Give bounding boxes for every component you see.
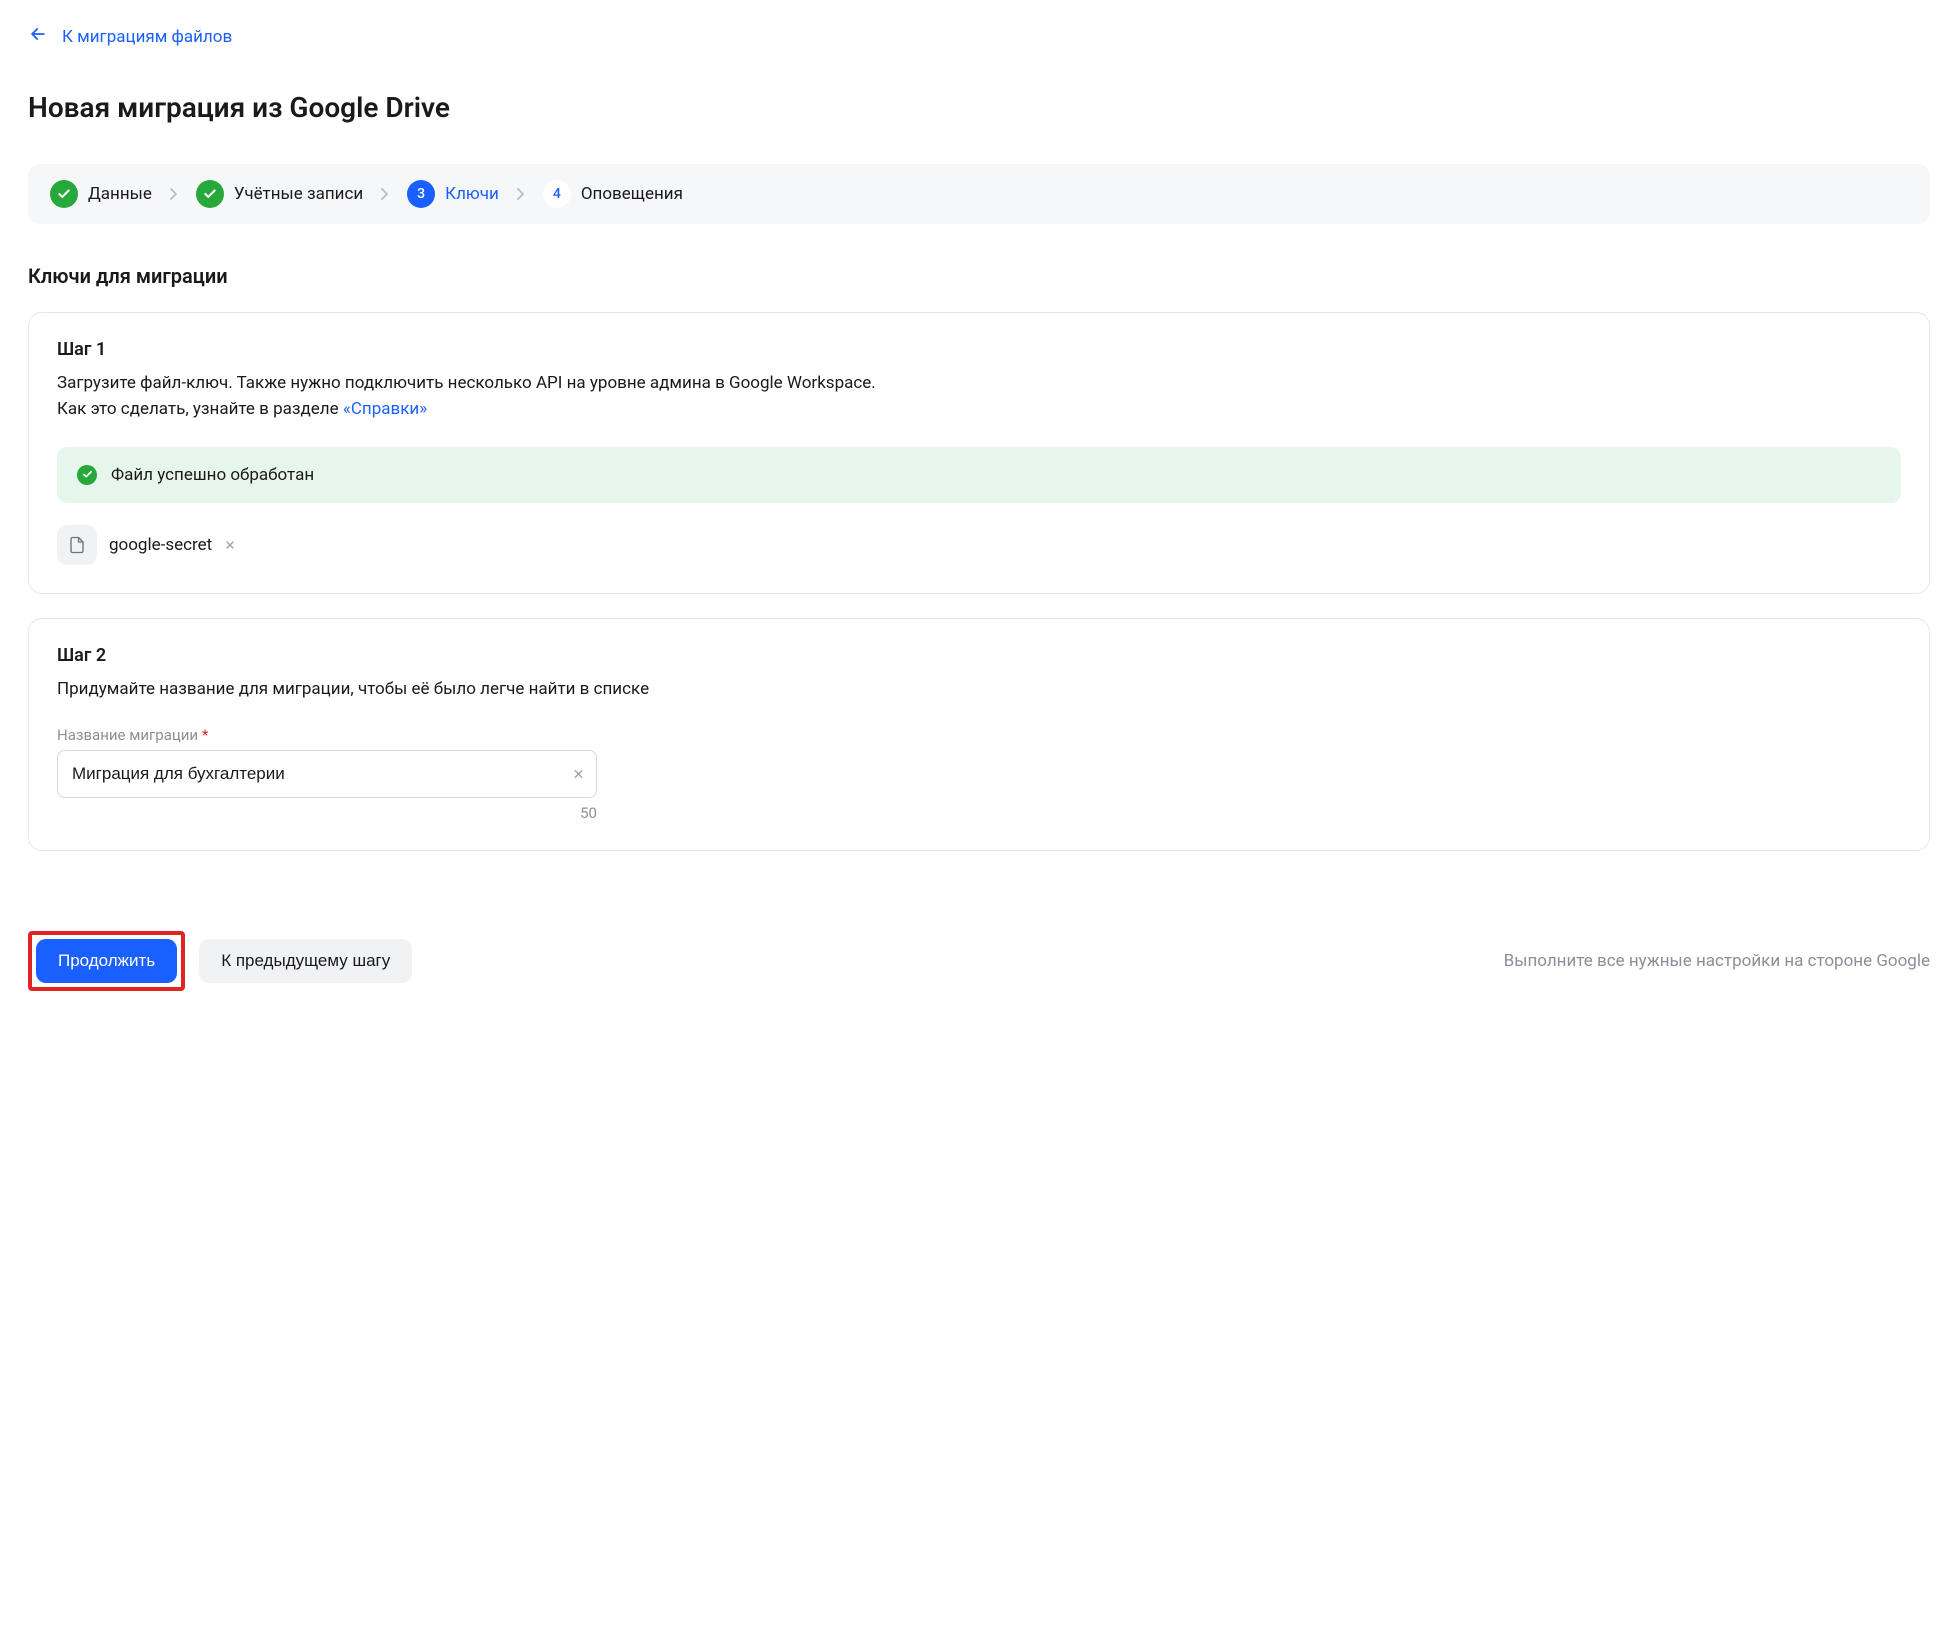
file-chip: google-secret [57, 525, 236, 565]
check-icon [196, 180, 224, 208]
card-step2: Шаг 2 Придумайте название для миграции, … [28, 618, 1930, 851]
alert-text: Файл успешно обработан [111, 465, 314, 485]
footer-note: Выполните все нужные настройки на сторон… [1504, 951, 1930, 971]
step-number: 4 [543, 180, 571, 208]
file-name: google-secret [109, 535, 212, 555]
card-title: Шаг 2 [57, 645, 1901, 666]
migration-name-input[interactable] [57, 750, 597, 798]
section-title: Ключи для миграции [28, 264, 1930, 288]
check-icon [50, 180, 78, 208]
step-label: Ключи [445, 184, 499, 204]
step-label: Учётные записи [234, 184, 363, 204]
field-label: Название миграции * [57, 726, 1901, 744]
check-circle-icon [77, 465, 97, 485]
step-label: Данные [88, 184, 152, 204]
step-data[interactable]: Данные [50, 180, 152, 208]
char-count: 50 [57, 804, 597, 822]
desc-text: Как это сделать, узнайте в разделе [57, 399, 343, 419]
back-link-label: К миграциям файлов [62, 27, 232, 47]
step-number: 3 [407, 180, 435, 208]
highlight-box: Продолжить [28, 931, 185, 991]
remove-file-button[interactable] [224, 539, 236, 551]
card-desc: Придумайте название для миграции, чтобы … [57, 676, 1901, 702]
step-keys[interactable]: 3 Ключи [407, 180, 499, 208]
chevron-right-icon [517, 188, 525, 200]
continue-button[interactable]: Продолжить [36, 939, 177, 983]
chevron-right-icon [170, 188, 178, 200]
required-marker: * [202, 726, 208, 744]
back-link[interactable]: К миграциям файлов [28, 24, 232, 49]
card-step1: Шаг 1 Загрузите файл-ключ. Также нужно п… [28, 312, 1930, 594]
clear-input-button[interactable] [572, 768, 585, 781]
step-notifications[interactable]: 4 Оповещения [543, 180, 683, 208]
page-title: Новая миграция из Google Drive [28, 91, 1930, 124]
alert-success: Файл успешно обработан [57, 447, 1901, 503]
desc-text: Загрузите файл-ключ. Также нужно подключ… [57, 373, 876, 393]
file-icon [57, 525, 97, 565]
stepper: Данные Учётные записи 3 Ключи 4 Оповещен… [28, 164, 1930, 224]
chevron-right-icon [381, 188, 389, 200]
step-label: Оповещения [581, 184, 683, 204]
footer-bar: Продолжить К предыдущему шагу Выполните … [28, 911, 1930, 1015]
card-desc: Загрузите файл-ключ. Также нужно подключ… [57, 370, 1901, 423]
help-link[interactable]: «Справки» [343, 399, 427, 419]
back-button[interactable]: К предыдущему шагу [199, 939, 412, 983]
arrow-left-icon [28, 24, 48, 49]
step-accounts[interactable]: Учётные записи [196, 180, 363, 208]
card-title: Шаг 1 [57, 339, 1901, 360]
